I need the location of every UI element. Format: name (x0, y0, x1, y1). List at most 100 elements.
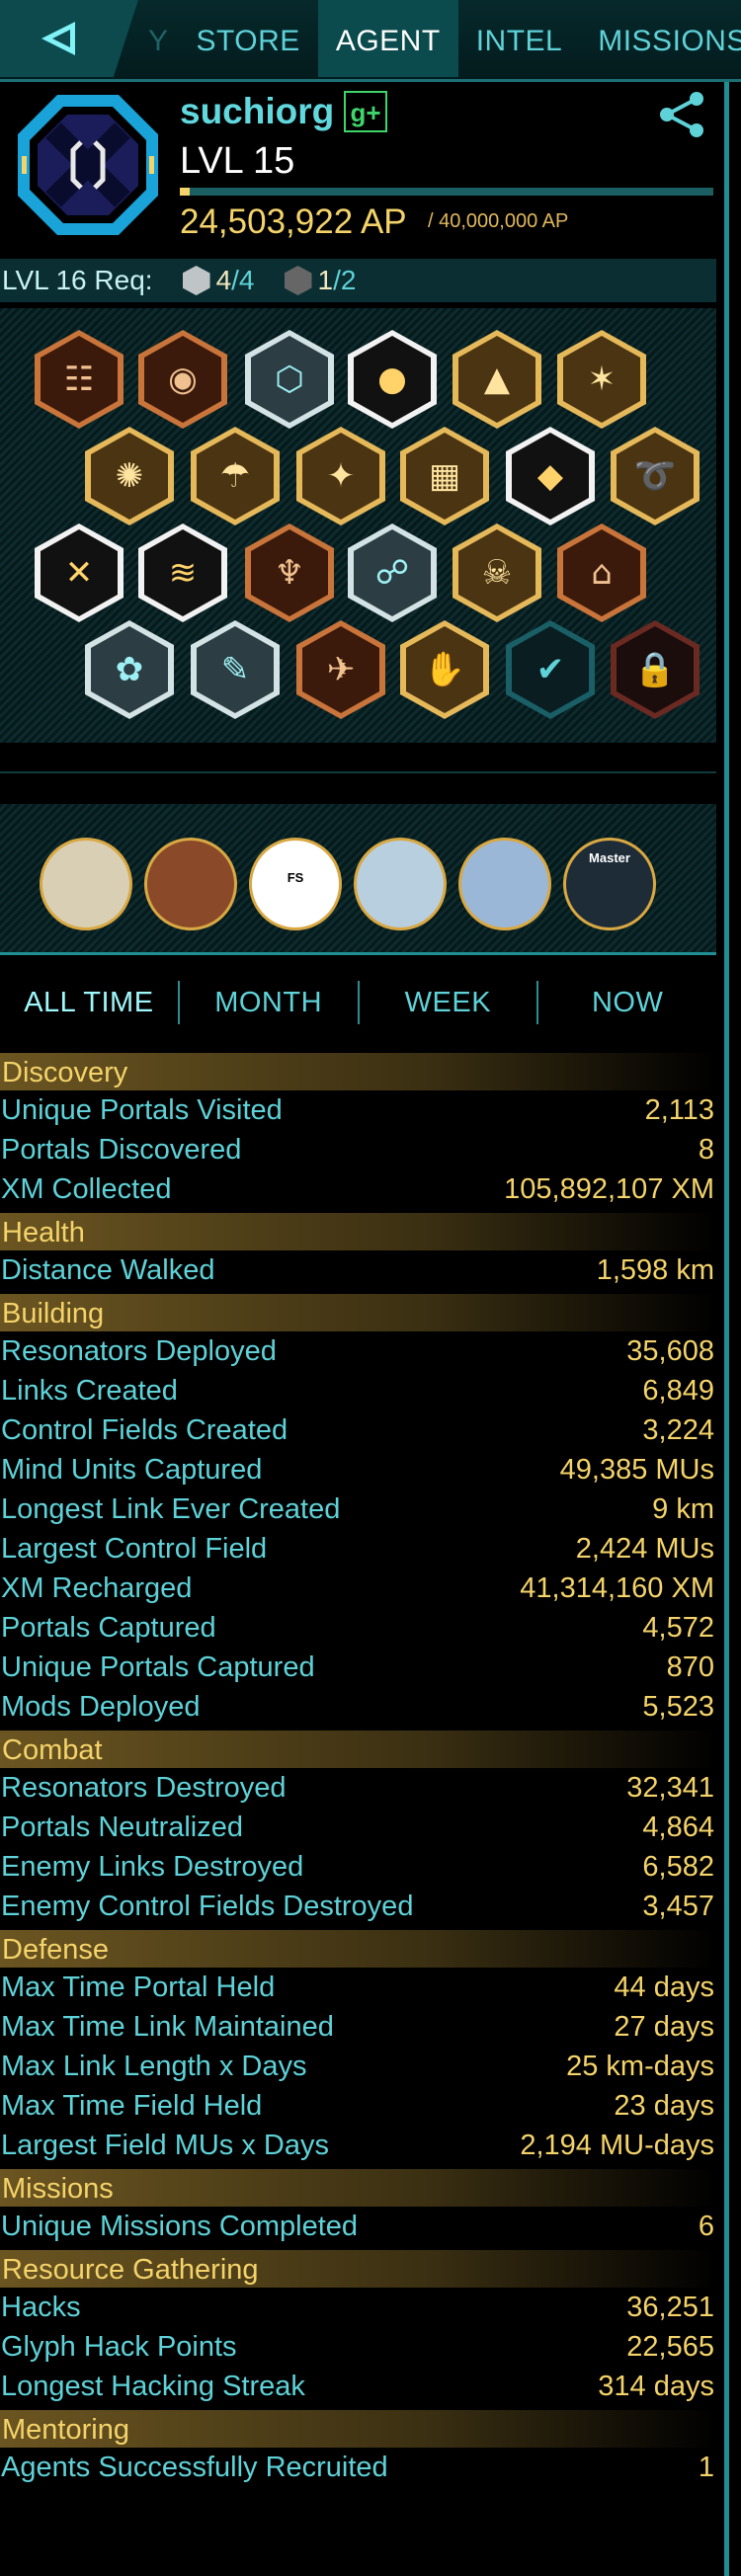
mission-medal-5[interactable] (458, 838, 551, 930)
badge-recruiter[interactable]: ⌂ (557, 523, 646, 622)
badge-guardian[interactable]: ☠ (453, 523, 541, 622)
stat-label: Enemy Links Destroyed (1, 1850, 304, 1883)
stat-value: 2,424 MUs (575, 1532, 714, 1565)
badge-hacker[interactable]: ⬡ (245, 330, 334, 429)
badge-liberator[interactable]: ◆ (506, 427, 595, 525)
badge-locked[interactable]: 🔒 (611, 620, 700, 719)
mission-medal-1[interactable] (40, 838, 132, 930)
badge-illuminator-icon: ▦ (428, 456, 461, 496)
stat-value: 23 days (614, 2089, 714, 2122)
stat-row: Portals Captured 4,572 (0, 1608, 716, 1648)
badge-mission-day[interactable]: ✋ (400, 620, 489, 719)
stat-value: 3,457 (642, 1890, 714, 1922)
badge-purifier-icon: ✕ (64, 553, 94, 593)
badge-connector[interactable]: ▲ (453, 330, 541, 429)
stat-value: 6 (698, 2210, 714, 2242)
badge-recharger-icon: ➰ (633, 456, 677, 496)
badge-verified[interactable]: ✔ (506, 620, 595, 719)
stat-row: Largest Control Field 2,424 MUs (0, 1529, 716, 1569)
stat-value: 2,194 MU-days (520, 2129, 714, 2161)
mission-medal-3[interactable]: FS (249, 838, 342, 930)
badge-pioneer-icon: ☂ (219, 456, 251, 496)
mission-panel: FS Master (0, 804, 716, 955)
mission-medal-4[interactable] (354, 838, 447, 930)
badge-epoch[interactable]: ✈ (296, 620, 385, 719)
badge-specops[interactable]: ♆ (245, 523, 334, 622)
stat-label: Largest Control Field (1, 1532, 268, 1565)
req-label: LVL 16 Req: (2, 265, 153, 295)
badge-explorer[interactable]: ✺ (85, 427, 174, 525)
black-medal-icon (284, 266, 312, 295)
back-button[interactable] (0, 0, 138, 77)
tab-missions[interactable]: MISSIONS (580, 0, 741, 77)
badge-translator-b[interactable]: ✎ (191, 620, 280, 719)
stat-value: 4,864 (642, 1811, 714, 1843)
period-tab-all-time[interactable]: ALL TIME (0, 987, 178, 1019)
badge-illuminator[interactable]: ▦ (400, 427, 489, 525)
stat-label: Portals Discovered (1, 1133, 242, 1166)
badge-sojourner[interactable]: ◉ (138, 330, 227, 429)
stat-row: Longest Hacking Streak 314 days (0, 2367, 716, 2406)
badge-engineer[interactable]: ✦ (296, 427, 385, 525)
mission-medal-6[interactable]: Master (563, 838, 656, 930)
tab-store[interactable]: STORE (179, 0, 318, 77)
badge-guardian-icon: ☠ (481, 553, 513, 593)
agent-level: LVL 15 (180, 140, 295, 182)
badge-locked-icon: 🔒 (633, 650, 677, 689)
badge-explorer-icon: ✺ (115, 456, 144, 496)
stat-row: Max Time Portal Held 44 days (0, 1968, 716, 2007)
stat-label: Mind Units Captured (1, 1453, 263, 1486)
stat-label: Portals Captured (1, 1611, 216, 1644)
stat-label: Longest Link Ever Created (1, 1492, 341, 1525)
stat-label: XM Collected (1, 1172, 172, 1205)
stat-row: Mind Units Captured 49,385 MUs (0, 1450, 716, 1489)
badge-pioneer[interactable]: ☂ (191, 427, 280, 525)
agent-name: suchiorg (180, 91, 335, 131)
badge-sojourn-b[interactable]: ✿ (85, 620, 174, 719)
badge-trekker[interactable]: ☍ (348, 523, 437, 622)
stat-label: Longest Hacking Streak (1, 2370, 305, 2402)
badge-specops-icon: ♆ (274, 553, 305, 593)
period-tab-now[interactable]: NOW (538, 987, 716, 1019)
badge-purifier[interactable]: ✕ (35, 523, 124, 622)
tab-y[interactable]: Y (138, 0, 179, 77)
badge-liberator-icon: ◆ (536, 456, 564, 496)
share-icon[interactable] (657, 91, 706, 138)
stats-list: Discovery Unique Portals Visited 2,113 Port… (0, 1049, 716, 2487)
stat-label: Control Fields Created (1, 1413, 288, 1446)
stat-value: 41,314,160 XM (520, 1571, 714, 1604)
black-req-count: 1/2 (317, 265, 357, 295)
stat-label: Resonators Deployed (1, 1334, 277, 1367)
agent-avatar[interactable] (14, 91, 162, 239)
stat-value: 49,385 MUs (559, 1453, 714, 1486)
stat-row: Unique Missions Completed 6 (0, 2207, 716, 2246)
stat-row: Longest Link Ever Created 9 km (0, 1489, 716, 1529)
badge-translator[interactable]: ☷ (35, 330, 124, 429)
period-tab-month[interactable]: MONTH (180, 987, 358, 1019)
stats-section-defense: Defense (0, 1930, 716, 1968)
stat-label: Max Link Length x Days (1, 2050, 307, 2082)
stat-value: 6,849 (642, 1374, 714, 1407)
google-plus-icon[interactable]: g+ (344, 91, 387, 132)
tab-intel[interactable]: INTEL (458, 0, 581, 77)
stat-value: 870 (666, 1650, 714, 1683)
period-tab-week[interactable]: WEEK (360, 987, 537, 1019)
badge-builder[interactable]: ● (348, 330, 437, 429)
stat-row: Resonators Deployed 35,608 (0, 1331, 716, 1371)
stat-row: Distance Walked 1,598 km (0, 1250, 716, 1290)
badge-recharger[interactable]: ➰ (611, 427, 700, 525)
stat-row: Unique Portals Visited 2,113 (0, 1090, 716, 1130)
nav-tabs: Y STORE AGENT INTEL MISSIONS (138, 0, 741, 77)
badge-seer-icon: ≋ (168, 553, 198, 593)
badge-panel: ☷ ◉ ⬡ ● ▲ ✶ ✺ ☂ ✦ ▦ ◆ ➰ ✕ ≋ ♆ ☍ ☠ ⌂ ✿ ✎ ✈ ✋ ✔ 🔒 (0, 308, 716, 743)
badge-mind-controller[interactable]: ✶ (557, 330, 646, 429)
stat-row: Glyph Hack Points 22,565 (0, 2327, 716, 2367)
mission-medal-2[interactable] (144, 838, 237, 930)
tab-agent[interactable]: AGENT (317, 0, 458, 77)
badge-mission-day-icon: ✋ (423, 650, 466, 689)
stat-row: Max Link Length x Days 25 km-days (0, 2047, 716, 2086)
badge-seer[interactable]: ≋ (138, 523, 227, 622)
stat-label: Distance Walked (1, 1253, 215, 1286)
silver-medal-icon (182, 266, 210, 295)
stat-label: Max Time Link Maintained (1, 2010, 334, 2043)
